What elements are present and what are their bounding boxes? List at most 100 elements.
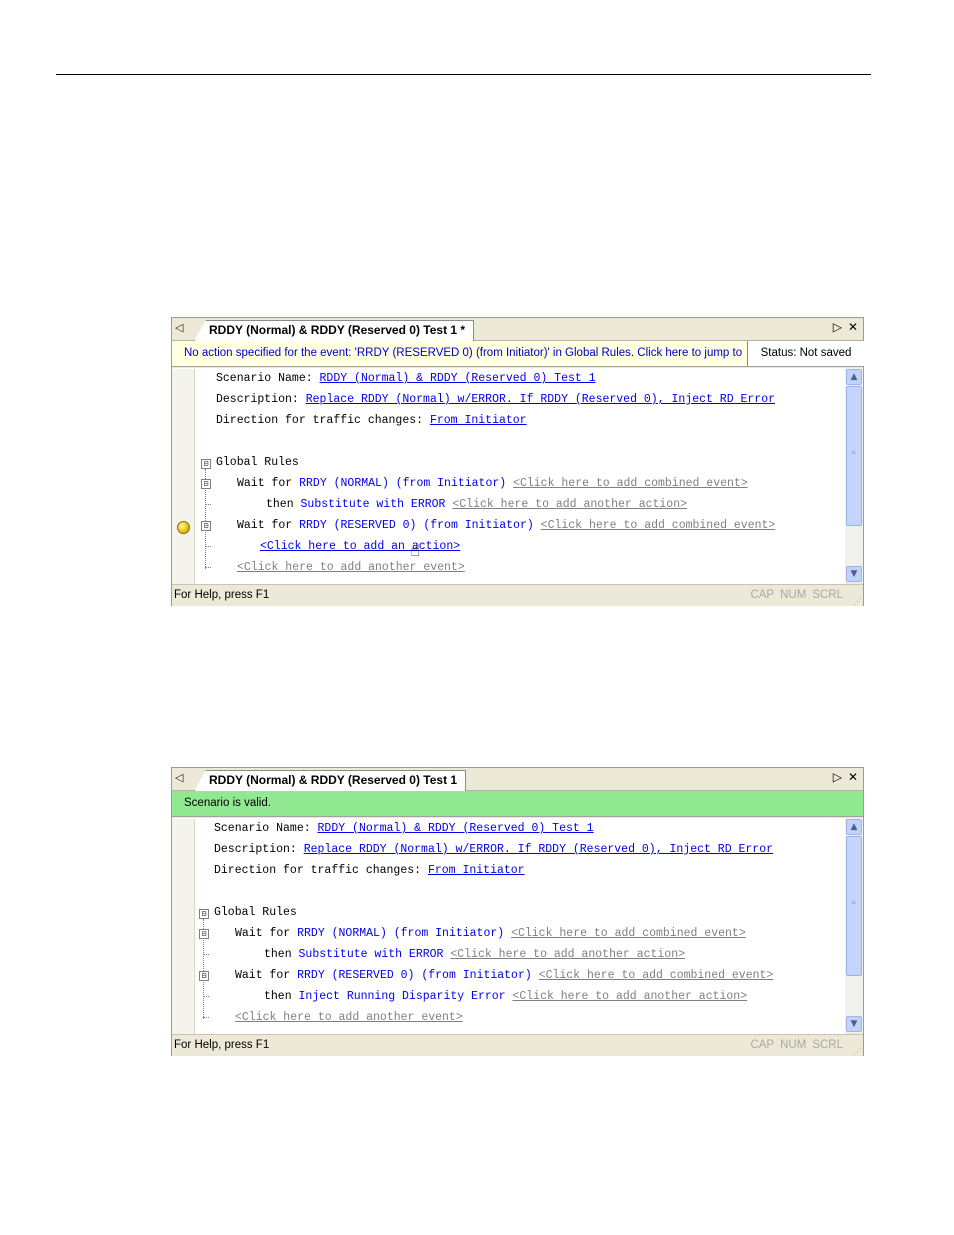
- cap-indicator: CAP: [750, 589, 775, 601]
- add-another-event-link[interactable]: <Click here to add another event>: [237, 561, 465, 574]
- grip-icon: ≡: [851, 449, 857, 456]
- warning-bulb-icon[interactable]: [177, 521, 190, 534]
- rule2-action-link[interactable]: Inject Running Disparity Error: [299, 990, 506, 1003]
- rule1-event-link[interactable]: RRDY (NORMAL) (from Initiator): [297, 927, 504, 940]
- tree-line: [205, 504, 211, 505]
- status-bar: For Help, press F1 CAP NUM SCRL ⋰: [172, 1034, 863, 1056]
- rule1-collapse-icon[interactable]: ⊟: [199, 929, 209, 939]
- global-rules-header: Global Rules: [216, 456, 299, 469]
- tree-line: [205, 567, 211, 568]
- scroll-thumb[interactable]: ≡: [846, 836, 862, 976]
- close-icon[interactable]: ✕: [848, 770, 858, 784]
- editor-gutter: [172, 369, 195, 584]
- save-status-indicator: Status: Not saved: [747, 341, 864, 366]
- description-label: Description:: [214, 843, 297, 856]
- description-link[interactable]: Replace RDDY (Normal) w/ERROR. If RDDY (…: [306, 393, 775, 406]
- key-indicators: CAP NUM SCRL: [744, 585, 843, 605]
- rule2-add-combined-event-link[interactable]: <Click here to add combined event>: [539, 969, 774, 982]
- scenario-name-link[interactable]: RDDY (Normal) & RDDY (Reserved 0) Test 1: [318, 822, 594, 835]
- scrl-indicator: SCRL: [812, 1039, 843, 1051]
- status-bar: For Help, press F1 CAP NUM SCRL ⋰: [172, 584, 863, 606]
- rule2-action-row: then Inject Running Disparity Error <Cli…: [264, 990, 747, 1003]
- rule2-collapse-icon[interactable]: ⊟: [199, 971, 209, 981]
- rule1-action-row: then Substitute with ERROR <Click here t…: [266, 498, 687, 511]
- cap-indicator: CAP: [750, 1039, 775, 1051]
- scenario-editor-panel-valid: ◁ RDDY (Normal) & RDDY (Reserved 0) Test…: [171, 767, 864, 1056]
- rule1-add-combined-event-link[interactable]: <Click here to add combined event>: [513, 477, 748, 490]
- scroll-thumb[interactable]: ≡: [846, 386, 862, 526]
- scroll-up-icon[interactable]: ▲: [846, 819, 862, 835]
- description-link[interactable]: Replace RDDY (Normal) w/ERROR. If RDDY (…: [304, 843, 773, 856]
- scenario-text-area[interactable]: Scenario Name: RDDY (Normal) & RDDY (Res…: [172, 368, 845, 584]
- add-event-row: <Click here to add another event>: [237, 561, 465, 574]
- tree-line: [203, 996, 209, 997]
- rule1-then-label: then: [266, 498, 294, 511]
- add-another-event-link[interactable]: <Click here to add another event>: [235, 1011, 463, 1024]
- rule1-wait-label: Wait for: [237, 477, 293, 490]
- rule1-then-label: then: [264, 948, 292, 961]
- rule1-event-link[interactable]: RRDY (NORMAL) (from Initiator): [299, 477, 506, 490]
- rule1-add-combined-event-link[interactable]: <Click here to add combined event>: [511, 927, 746, 940]
- tree-line: [203, 954, 209, 955]
- rule1-row: Wait for RRDY (NORMAL) (from Initiator) …: [237, 477, 748, 490]
- tree-line: [205, 546, 211, 547]
- key-indicators: CAP NUM SCRL: [744, 1035, 843, 1055]
- tab-scenario[interactable]: RDDY (Normal) & RDDY (Reserved 0) Test 1…: [194, 320, 475, 341]
- rule2-collapse-icon[interactable]: ⊟: [201, 521, 211, 531]
- scroll-down-icon[interactable]: ▼: [846, 566, 862, 582]
- scenario-name-row: Scenario Name: RDDY (Normal) & RDDY (Res…: [216, 372, 596, 385]
- description-row: Description: Replace RDDY (Normal) w/ERR…: [216, 393, 775, 406]
- scenario-text-area[interactable]: Scenario Name: RDDY (Normal) & RDDY (Res…: [172, 818, 845, 1034]
- direction-row: Direction for traffic changes: From Init…: [214, 864, 525, 877]
- rule1-add-another-action-link[interactable]: <Click here to add another action>: [452, 498, 687, 511]
- direction-link[interactable]: From Initiator: [430, 414, 527, 427]
- validation-success-message: Scenario is valid.: [184, 797, 271, 809]
- tab-bar: ◁ RDDY (Normal) & RDDY (Reserved 0) Test…: [172, 318, 863, 341]
- scenario-name-label: Scenario Name:: [214, 822, 311, 835]
- rule2-add-another-action-link[interactable]: <Click here to add another action>: [512, 990, 747, 1003]
- tab-scroll-left-icon[interactable]: ◁: [175, 321, 183, 334]
- rule2-event-link[interactable]: RRDY (RESERVED 0) (from Initiator): [297, 969, 532, 982]
- tab-scroll-right-icon[interactable]: ▷: [833, 320, 842, 334]
- rule2-row: Wait for RRDY (RESERVED 0) (from Initiat…: [235, 969, 773, 982]
- global-rules-collapse-icon[interactable]: ⊟: [201, 459, 211, 469]
- direction-label: Direction for traffic changes:: [216, 414, 424, 427]
- add-event-row: <Click here to add another event>: [235, 1011, 463, 1024]
- resize-grip-icon[interactable]: ⋰: [853, 591, 862, 611]
- rule1-action-link[interactable]: Substitute with ERROR: [299, 948, 444, 961]
- scroll-down-icon[interactable]: ▼: [846, 1016, 862, 1032]
- page-top-rule: [56, 74, 871, 75]
- close-icon[interactable]: ✕: [848, 320, 858, 334]
- num-indicator: NUM: [780, 1039, 807, 1051]
- rule2-action-row: <Click here to add an action>: [260, 540, 460, 553]
- rule2-wait-label: Wait for: [237, 519, 293, 532]
- rule2-then-label: then: [264, 990, 292, 1003]
- help-hint: For Help, press F1: [174, 1039, 270, 1051]
- tab-scenario[interactable]: RDDY (Normal) & RDDY (Reserved 0) Test 1: [194, 770, 467, 791]
- rule1-action-link[interactable]: Substitute with ERROR: [301, 498, 446, 511]
- tab-controls: ▷ ✕: [827, 770, 858, 784]
- tab-bar: ◁ RDDY (Normal) & RDDY (Reserved 0) Test…: [172, 768, 863, 791]
- rule2-row: Wait for RRDY (RESERVED 0) (from Initiat…: [237, 519, 775, 532]
- validation-message-bar: No action specified for the event: 'RRDY…: [172, 341, 864, 367]
- rule2-add-action-link[interactable]: <Click here to add an action>: [260, 540, 460, 553]
- rule1-add-another-action-link[interactable]: <Click here to add another action>: [450, 948, 685, 961]
- rule2-wait-label: Wait for: [235, 969, 291, 982]
- rule1-row: Wait for RRDY (NORMAL) (from Initiator) …: [235, 927, 746, 940]
- vertical-scrollbar[interactable]: ▲ ≡ ▼: [845, 818, 863, 1033]
- rule2-add-combined-event-link[interactable]: <Click here to add combined event>: [541, 519, 776, 532]
- rule1-collapse-icon[interactable]: ⊟: [201, 479, 211, 489]
- direction-link[interactable]: From Initiator: [428, 864, 525, 877]
- scenario-name-link[interactable]: RDDY (Normal) & RDDY (Reserved 0) Test 1: [320, 372, 596, 385]
- rule2-event-link[interactable]: RRDY (RESERVED 0) (from Initiator): [299, 519, 534, 532]
- global-rules-collapse-icon[interactable]: ⊟: [199, 909, 209, 919]
- validation-warning-link[interactable]: No action specified for the event: 'RRDY…: [184, 341, 744, 366]
- scenario-name-label: Scenario Name:: [216, 372, 313, 385]
- tab-scroll-right-icon[interactable]: ▷: [833, 770, 842, 784]
- num-indicator: NUM: [780, 589, 807, 601]
- hand-cursor-icon: ☝: [410, 541, 421, 561]
- tab-scroll-left-icon[interactable]: ◁: [175, 771, 183, 784]
- resize-grip-icon[interactable]: ⋰: [853, 1041, 862, 1061]
- scroll-up-icon[interactable]: ▲: [846, 369, 862, 385]
- vertical-scrollbar[interactable]: ▲ ≡ ▼: [845, 368, 863, 583]
